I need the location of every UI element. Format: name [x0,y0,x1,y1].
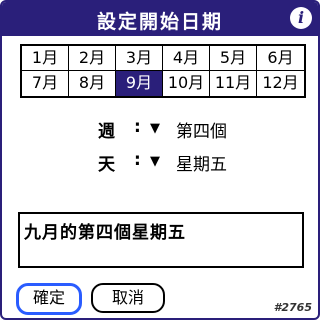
week-dropdown-value[interactable]: 第四個 [176,117,227,142]
week-dropdown-arrow-icon[interactable]: ▼ [150,117,160,141]
cancel-button[interactable]: 取消 [91,283,165,313]
month-2[interactable]: 2月 [69,46,116,71]
month-7[interactable]: 7月 [22,71,69,96]
month-8[interactable]: 8月 [69,71,116,96]
day-field-row: 天 : ▼ 星期五 [2,150,318,175]
week-colon: : [134,117,141,137]
result-text-box: 九月的第四個星期五 [18,212,304,268]
set-start-date-dialog: 設定開始日期 i 1月 2月 3月 4月 5月 6月 7月 8月 9月 10月 … [0,0,320,320]
ok-button[interactable]: 確定 [16,283,82,315]
dialog-title: 設定開始日期 [96,11,223,33]
result-text: 九月的第四個星期五 [24,223,186,243]
month-9[interactable]: 9月 [116,71,163,96]
month-1[interactable]: 1月 [22,46,69,71]
month-6[interactable]: 6月 [257,46,304,71]
info-icon[interactable]: i [290,7,312,29]
month-4[interactable]: 4月 [163,46,210,71]
month-grid: 1月 2月 3月 4月 5月 6月 7月 8月 9月 10月 11月 12月 [20,44,306,98]
title-bar: 設定開始日期 i [2,2,318,36]
month-12[interactable]: 12月 [257,71,304,96]
month-5[interactable]: 5月 [210,46,257,71]
day-colon: : [134,150,141,170]
month-11[interactable]: 11月 [210,71,257,96]
watermark: #2765 [273,301,312,314]
day-label: 天 [98,155,115,175]
day-dropdown-arrow-icon[interactable]: ▼ [150,150,160,174]
month-3[interactable]: 3月 [116,46,163,71]
week-label: 週 [98,122,115,142]
day-dropdown-value[interactable]: 星期五 [176,150,227,175]
week-field-row: 週 : ▼ 第四個 [2,117,318,142]
month-10[interactable]: 10月 [163,71,210,96]
